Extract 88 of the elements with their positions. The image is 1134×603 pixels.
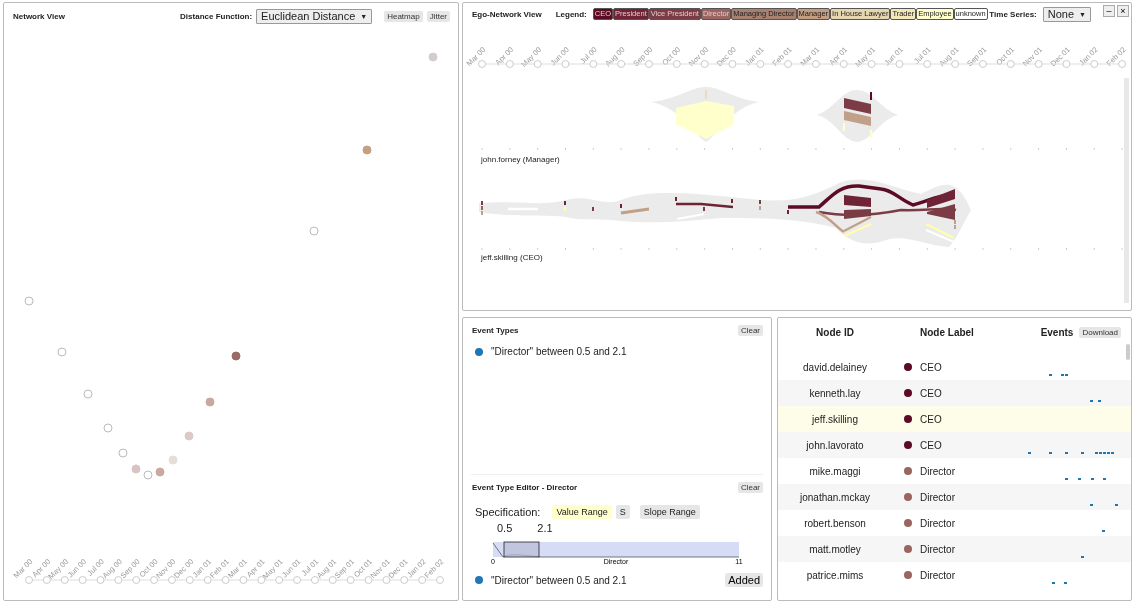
distance-label: Distance Function: bbox=[180, 11, 253, 21]
toggle-button[interactable]: Heatmap bbox=[384, 10, 423, 22]
data-point[interactable] bbox=[83, 389, 93, 399]
node-label: CEO bbox=[920, 439, 942, 451]
time-series-label: Time Series: bbox=[989, 9, 1037, 19]
node-id: matt.motley bbox=[809, 543, 861, 555]
column-header: Events bbox=[1040, 326, 1074, 338]
node-label: CEO bbox=[920, 361, 942, 373]
panel-title: Event Types bbox=[472, 325, 519, 335]
spec-tab[interactable]: Slope Range bbox=[639, 505, 700, 519]
node-id: david.delainey bbox=[803, 361, 867, 373]
clear-button[interactable]: Clear bbox=[737, 324, 763, 336]
stream-mark bbox=[703, 207, 705, 211]
panel-title: Network View bbox=[13, 11, 65, 21]
toggle-button[interactable]: Jitter bbox=[426, 10, 450, 22]
spec-tab[interactable]: S bbox=[615, 505, 630, 519]
table-row[interactable]: john.lavorato CEO bbox=[778, 432, 1131, 458]
scrollbar[interactable] bbox=[1124, 78, 1129, 303]
stream-band bbox=[927, 189, 955, 208]
data-point[interactable] bbox=[231, 351, 241, 361]
data-point[interactable] bbox=[57, 347, 67, 357]
stream-band bbox=[676, 101, 734, 139]
table-row[interactable]: patrice.mims Director bbox=[778, 562, 1131, 588]
stream-line bbox=[925, 223, 955, 239]
ego-label: john.forney (Manager) bbox=[481, 155, 560, 164]
stream-mark bbox=[675, 197, 677, 201]
node-id: jonathan.mckay bbox=[799, 491, 870, 503]
stream-line bbox=[870, 91, 872, 101]
node-label: CEO bbox=[920, 387, 942, 399]
node-label: Director bbox=[920, 517, 955, 529]
stream-mark bbox=[620, 204, 622, 208]
stream-band bbox=[844, 111, 871, 126]
column-header: Node ID bbox=[816, 326, 854, 338]
node-label: Director bbox=[920, 465, 955, 477]
editor-title: Event Type Editor - Director bbox=[472, 482, 578, 492]
range-high-value: 2.1 bbox=[537, 522, 553, 534]
table-row[interactable]: jeff.skilling CEO bbox=[778, 406, 1131, 432]
stream-line bbox=[705, 89, 707, 100]
node-label: Director bbox=[920, 491, 955, 503]
stream-line bbox=[620, 207, 650, 215]
table-row[interactable]: david.delainey CEO bbox=[778, 354, 1131, 380]
data-point[interactable] bbox=[155, 467, 165, 477]
stream-band bbox=[844, 98, 871, 114]
download-button[interactable]: Download bbox=[1079, 326, 1121, 338]
event-type-item: "Director" between 0.5 and 2.1 bbox=[491, 574, 627, 586]
node-id: jeff.skilling bbox=[812, 413, 858, 425]
spec-tab[interactable]: Value Range bbox=[552, 505, 612, 519]
data-point[interactable] bbox=[24, 296, 34, 306]
data-point[interactable] bbox=[143, 470, 153, 480]
column-header: Node Label bbox=[919, 326, 975, 338]
table-row[interactable]: mike.maggi Director bbox=[778, 458, 1131, 484]
stream-mark bbox=[592, 207, 594, 211]
range-low-value: 0.5 bbox=[497, 522, 513, 534]
stream-band bbox=[844, 209, 871, 219]
stream-line bbox=[676, 202, 734, 209]
event-type-item[interactable]: "Director" between 0.5 and 2.1 bbox=[491, 346, 627, 357]
table-row[interactable]: robert.benson Director bbox=[778, 510, 1131, 536]
node-id: john.lavorato bbox=[806, 439, 864, 451]
node-id: kenneth.lay bbox=[809, 387, 861, 399]
data-point[interactable] bbox=[118, 448, 128, 458]
node-id: mike.maggi bbox=[809, 465, 861, 477]
data-point[interactable] bbox=[309, 226, 319, 236]
range-selection[interactable] bbox=[503, 541, 540, 558]
data-point[interactable] bbox=[362, 145, 372, 155]
added-button[interactable]: Added bbox=[725, 573, 763, 587]
ego-label: jeff.skilling (CEO) bbox=[481, 253, 543, 262]
data-point[interactable] bbox=[103, 423, 113, 433]
stream-line bbox=[925, 229, 955, 243]
node-id: patrice.mims bbox=[806, 569, 864, 581]
node-label: CEO bbox=[920, 413, 942, 425]
node-id: robert.benson bbox=[804, 517, 866, 529]
table-row[interactable]: matt.motley Director bbox=[778, 536, 1131, 562]
stream-mark bbox=[731, 199, 733, 203]
panel-title: Ego-Network View bbox=[472, 9, 542, 19]
table-row[interactable]: kenneth.lay CEO bbox=[778, 380, 1131, 406]
legend-label: Legend: bbox=[555, 9, 587, 19]
node-label: Director bbox=[920, 569, 955, 581]
stream-band bbox=[844, 195, 871, 207]
close-button[interactable]: × bbox=[1117, 5, 1129, 17]
clear-button[interactable]: Clear bbox=[737, 481, 763, 493]
node-label: Director bbox=[920, 543, 955, 555]
minimize-button[interactable]: – bbox=[1103, 5, 1115, 17]
specification-label: Specification: bbox=[475, 506, 541, 518]
table-row[interactable]: jonathan.mckay Director bbox=[778, 484, 1131, 510]
stream-mark bbox=[787, 210, 789, 214]
data-point[interactable] bbox=[205, 397, 215, 407]
stream-band bbox=[927, 204, 955, 220]
scrollbar[interactable] bbox=[1126, 344, 1130, 360]
